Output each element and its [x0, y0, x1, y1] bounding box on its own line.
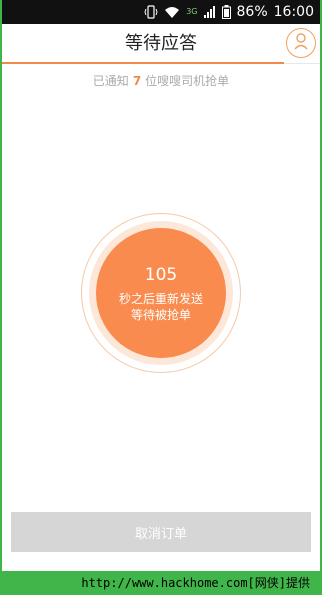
battery-icon: [221, 5, 231, 19]
profile-button[interactable]: [286, 28, 316, 58]
notice-suffix: 位嗖嗖司机抢单: [145, 74, 230, 88]
network-type: 3G: [186, 7, 198, 16]
countdown-line2: 等待被抢单: [130, 308, 191, 322]
wifi-icon: [164, 5, 180, 19]
watermark-text: http://www.hackhome.com[网侠]提供: [81, 576, 310, 590]
status-bar: 3G 86% 16:00: [2, 0, 320, 24]
watermark-strip: http://www.hackhome.com[网侠]提供: [0, 572, 322, 595]
battery-percent: 86%: [236, 4, 268, 20]
header-accent-line: [2, 62, 284, 64]
app-header: 等待应答: [2, 24, 320, 64]
vibrate-icon: [144, 5, 158, 19]
countdown-line1: 秒之后重新发送: [118, 292, 203, 306]
cancel-order-button[interactable]: 取消订单: [11, 512, 311, 552]
notice-text: 已通知 7 位嗖嗖司机抢单: [2, 72, 320, 89]
signal-icon: [203, 5, 216, 19]
countdown-circle: 105 秒之后重新发送 等待被抢单: [96, 228, 226, 358]
app-screen: 3G 86% 16:00 等待应答 已通知 7 位嗖嗖司机抢单 105 秒之后重新发…: [2, 0, 320, 571]
notice-prefix: 已通知: [92, 74, 129, 88]
clock: 16:00: [273, 4, 314, 20]
notified-count: 7: [132, 74, 142, 88]
countdown-seconds: 105: [144, 265, 178, 285]
user-avatar-icon: [293, 32, 309, 54]
page-title: 等待应答: [125, 33, 197, 54]
